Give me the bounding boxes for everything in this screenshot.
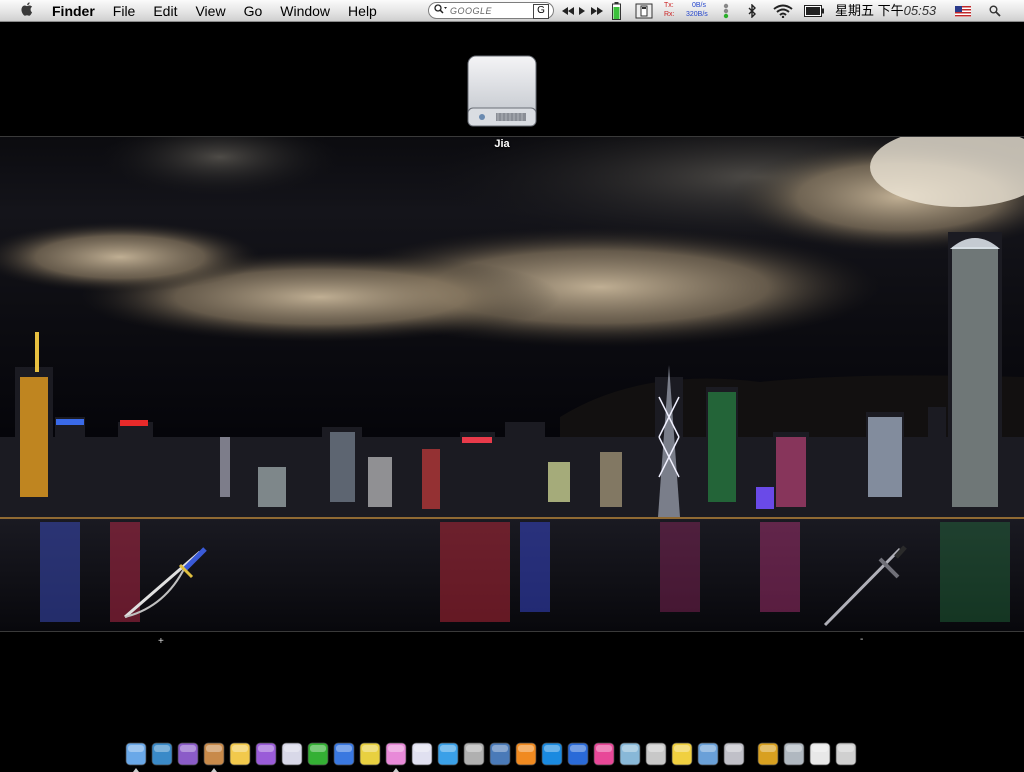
network-tx-rate: 0B/s xyxy=(692,2,707,9)
penguin-icon[interactable] xyxy=(228,740,252,768)
pink-flower-icon[interactable] xyxy=(592,740,616,768)
battery-icon[interactable] xyxy=(803,0,825,22)
messenger-icon[interactable] xyxy=(410,740,434,768)
dock xyxy=(124,732,900,772)
clock-time: 05:53 xyxy=(903,3,937,18)
status-light-icon[interactable] xyxy=(720,0,732,22)
safari-compass-icon[interactable] xyxy=(280,740,304,768)
hong-kong-skyline-image xyxy=(0,137,1024,631)
menu-window[interactable]: Window xyxy=(271,0,339,22)
disk-utility-icon[interactable] xyxy=(722,740,746,768)
purple-e-icon[interactable] xyxy=(254,740,278,768)
green-globe-icon[interactable] xyxy=(306,740,330,768)
display-device-icon[interactable] xyxy=(633,0,655,22)
media-controls xyxy=(561,0,605,22)
fast-forward-icon xyxy=(591,7,603,15)
iphoto-icon[interactable] xyxy=(696,740,720,768)
gray-device-icon[interactable] xyxy=(462,740,486,768)
search-placeholder: GOOGLE xyxy=(450,5,493,16)
photo-frame-icon[interactable] xyxy=(202,740,226,772)
menu-view[interactable]: View xyxy=(186,0,234,22)
spotlight-search-icon[interactable] xyxy=(983,0,1007,22)
search-icon xyxy=(434,4,450,17)
search-engine-button[interactable]: G xyxy=(533,4,549,19)
network-tx-label: Tx: xyxy=(664,2,674,9)
running-indicator xyxy=(393,768,399,772)
apple-menu-icon[interactable] xyxy=(16,2,38,19)
plus-label: + xyxy=(158,636,164,647)
video-chat-icon[interactable] xyxy=(332,740,356,768)
blue-q-icon[interactable] xyxy=(540,740,564,768)
menu-clock[interactable]: 星期五 下午05:53 xyxy=(835,0,936,22)
finder-icon[interactable] xyxy=(124,740,148,772)
katana-icon[interactable] xyxy=(782,740,806,768)
sticky-notes-icon[interactable] xyxy=(670,740,694,768)
vlc-cone-icon[interactable] xyxy=(514,740,538,768)
battery-level-icon[interactable] xyxy=(609,0,623,22)
blue-swirl-icon[interactable] xyxy=(436,740,460,768)
hard-drive-icon[interactable] xyxy=(462,52,542,132)
menu-go[interactable]: Go xyxy=(235,0,272,22)
preview-icon[interactable] xyxy=(488,740,512,768)
purple-shield-icon[interactable] xyxy=(176,740,200,768)
running-indicator xyxy=(133,768,139,772)
menu-app-finder[interactable]: Finder xyxy=(48,0,104,22)
wifi-icon[interactable] xyxy=(771,0,795,22)
bluetooth-icon[interactable] xyxy=(745,0,759,22)
input-source-flag-icon[interactable] xyxy=(953,0,973,22)
desktop-wallpaper xyxy=(0,137,1024,631)
google-search-field[interactable]: GOOGLE G xyxy=(428,2,554,19)
rewind-icon xyxy=(562,7,574,15)
hard-drive-label[interactable]: Jia xyxy=(462,138,542,150)
clock-day: 星期五 下午 xyxy=(835,3,904,18)
wallpaper-bottom-edge xyxy=(0,631,1024,632)
menu-edit[interactable]: Edit xyxy=(144,0,186,22)
trash-icon[interactable] xyxy=(834,740,858,768)
menu-help[interactable]: Help xyxy=(339,0,386,22)
golden-sword-icon[interactable] xyxy=(756,740,780,768)
minus-label: - xyxy=(860,634,864,645)
feather-pen-icon[interactable] xyxy=(618,740,642,768)
running-indicator xyxy=(211,768,217,772)
printer-icon[interactable] xyxy=(644,740,668,768)
network-rx-rate: 320B/s xyxy=(686,11,708,18)
menu-file[interactable]: File xyxy=(104,0,145,22)
yellow-figure-icon[interactable] xyxy=(358,740,382,768)
pink-ipod-icon[interactable] xyxy=(384,740,408,772)
documents-stack-icon[interactable] xyxy=(808,740,832,768)
blue-w-icon[interactable] xyxy=(566,740,590,768)
spiral-app-icon[interactable] xyxy=(150,740,174,768)
network-rx-label: Rx: xyxy=(664,11,675,18)
play-icon xyxy=(579,7,585,15)
